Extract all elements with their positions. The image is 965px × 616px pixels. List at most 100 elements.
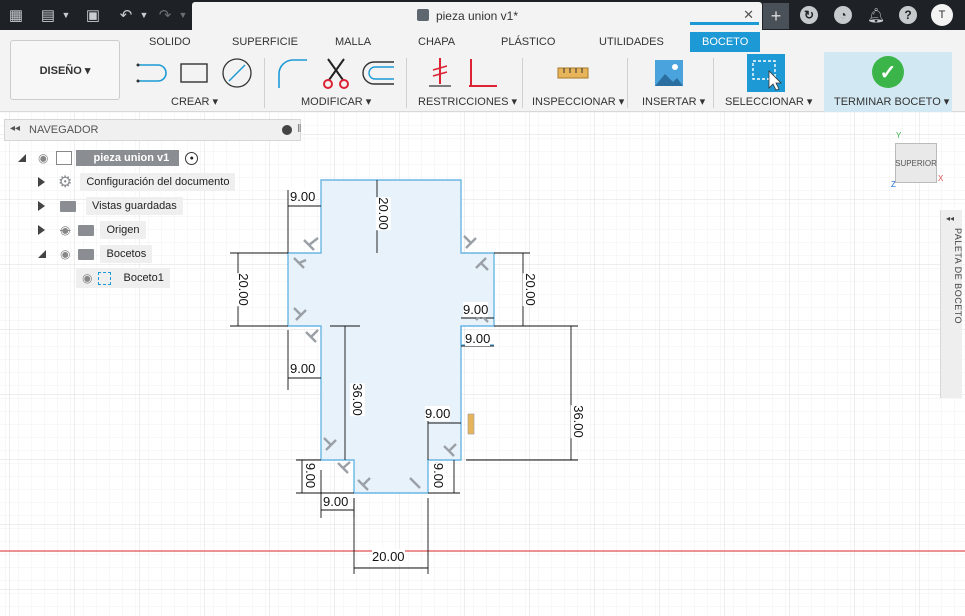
- extensions-icon[interactable]: ↻: [800, 6, 818, 24]
- workspace-switcher-button[interactable]: DISEÑO ▾: [10, 40, 120, 100]
- root-component-label[interactable]: pieza union v1: [76, 150, 180, 166]
- browser-item-saved-views[interactable]: Vistas guardadas: [38, 196, 183, 216]
- browser-item-label: Boceto1: [117, 269, 170, 287]
- file-dropdown-icon[interactable]: ▼: [56, 5, 76, 25]
- tab-boceto[interactable]: BOCETO: [690, 32, 761, 52]
- visibility-eye-icon[interactable]: ◉: [82, 271, 92, 285]
- activate-radio-icon[interactable]: ●: [185, 151, 199, 165]
- tab-malla[interactable]: MALLA: [335, 34, 371, 52]
- offset-tool-icon[interactable]: [360, 55, 396, 91]
- dimension-label[interactable]: 20.00: [372, 549, 405, 564]
- insertar-group-label[interactable]: INSERTAR ▾: [642, 95, 705, 108]
- browser-options-icon[interactable]: [282, 125, 292, 135]
- new-tab-button[interactable]: +: [763, 3, 789, 29]
- redo-dropdown-icon[interactable]: ▼: [173, 5, 193, 25]
- expand-icon[interactable]: [38, 177, 45, 187]
- visibility-eye-icon[interactable]: ◉: [60, 247, 70, 261]
- dimension-label[interactable]: 9.00: [425, 406, 451, 421]
- dimension-label[interactable]: 9.00: [290, 361, 316, 376]
- collapse-browser-icon[interactable]: ◂◂: [10, 123, 20, 134]
- browser-item-document-settings[interactable]: ⚙ Configuración del documento: [38, 172, 236, 192]
- perpendicular-constraint-icon[interactable]: [464, 55, 500, 91]
- seleccionar-group-label[interactable]: SELECCIONAR ▾: [725, 95, 812, 108]
- modificar-group-label[interactable]: MODIFICAR ▾: [301, 95, 371, 108]
- tab-plastico[interactable]: PLÁSTICO: [501, 34, 555, 52]
- expand-icon[interactable]: [38, 225, 45, 235]
- coincident-glyph: [467, 413, 475, 435]
- dimension-label[interactable]: 9.00: [323, 494, 349, 509]
- circle-tool-icon[interactable]: [219, 55, 255, 91]
- tab-solido[interactable]: SOLIDO: [149, 34, 191, 52]
- expand-palette-icon[interactable]: ◂◂: [946, 214, 954, 223]
- close-tab-icon[interactable]: ✕: [743, 7, 754, 23]
- dimension-label[interactable]: 9.00: [290, 189, 316, 204]
- toolbar: DISEÑO ▾ SOLIDO SUPERFICIE MALLA CHAPA P…: [0, 30, 965, 112]
- browser-item-origin[interactable]: ◉ Origen: [38, 220, 146, 240]
- insert-image-icon[interactable]: [651, 55, 687, 91]
- browser-item-label: Bocetos: [100, 245, 153, 263]
- tab-utilidades[interactable]: UTILIDADES: [599, 34, 664, 52]
- checkmark-icon: ✓: [872, 56, 904, 88]
- dimension-label[interactable]: 9.00: [465, 331, 491, 346]
- browser-item-label: Configuración del documento: [80, 173, 236, 191]
- inspeccionar-group-label[interactable]: INSPECCIONAR ▾: [532, 95, 624, 108]
- user-avatar[interactable]: T: [931, 4, 953, 26]
- tab-chapa[interactable]: CHAPA: [418, 34, 455, 52]
- dimension-label[interactable]: 20.00: [375, 197, 391, 230]
- help-icon[interactable]: ?: [899, 6, 917, 24]
- hidden-eye-icon[interactable]: ◉: [60, 223, 70, 237]
- gear-icon: ⚙: [58, 174, 73, 191]
- redo-icon[interactable]: ↷: [155, 5, 175, 25]
- folder-icon: [60, 200, 76, 212]
- fix-constraint-icon[interactable]: [422, 55, 458, 91]
- job-status-icon[interactable]: ◔: [834, 6, 852, 24]
- fusion-app-window: ▦ ▤ ▼ ▣ ↶ ▼ ↷ ▼ pieza union v1* ✕ + ↻ ◔ …: [0, 0, 965, 616]
- slot-tool-icon[interactable]: [133, 55, 169, 91]
- dimension-label[interactable]: 9.00: [431, 462, 447, 489]
- restricciones-group-label[interactable]: RESTRICCIONES ▾: [418, 95, 517, 108]
- document-title: pieza union v1*: [435, 9, 519, 23]
- document-tab[interactable]: pieza union v1* ✕: [192, 2, 762, 30]
- dimension-label[interactable]: 20.00: [522, 273, 538, 306]
- folder-icon: [78, 248, 95, 260]
- browser-item-sketch1[interactable]: ◉ Boceto1: [76, 268, 170, 288]
- undo-dropdown-icon[interactable]: ▼: [134, 5, 154, 25]
- measure-tool-icon[interactable]: [555, 55, 591, 91]
- save-icon[interactable]: ▣: [83, 5, 103, 25]
- crear-group-label[interactable]: CREAR ▾: [171, 95, 218, 108]
- notifications-icon[interactable]: 🔔︎: [866, 5, 886, 25]
- sketch-palette-label: PALETA DE BOCETO: [953, 228, 963, 325]
- active-tab-underline: [690, 22, 759, 25]
- file-icon[interactable]: ▤: [38, 5, 58, 25]
- visibility-eye-icon[interactable]: ◉: [38, 151, 48, 165]
- grid-menu-icon[interactable]: ▦: [6, 5, 26, 25]
- sketch-icon: [98, 271, 112, 285]
- undo-icon[interactable]: ↶: [116, 5, 136, 25]
- sketch-palette-panel[interactable]: ◂◂ PALETA DE BOCETO: [940, 210, 963, 398]
- component-icon: [56, 151, 73, 165]
- tab-superficie[interactable]: SUPERFICIE: [232, 34, 298, 52]
- select-tool-icon[interactable]: [747, 54, 785, 92]
- rectangle-tool-icon[interactable]: [176, 55, 212, 91]
- viewcube[interactable]: SUPERIOR: [895, 143, 937, 183]
- browser-root-row[interactable]: ◉ pieza union v1 ●: [18, 148, 199, 168]
- title-bar: ▦ ▤ ▼ ▣ ↶ ▼ ↷ ▼ pieza union v1* ✕ + ↻ ◔ …: [0, 0, 965, 30]
- expand-icon[interactable]: [38, 201, 45, 211]
- browser-pin-icon[interactable]: ‖: [297, 123, 302, 135]
- trim-tool-icon[interactable]: [318, 55, 354, 91]
- x-axis-label-icon: X: [938, 174, 944, 183]
- browser-item-sketches[interactable]: ◉ Bocetos: [38, 244, 153, 264]
- fillet-tool-icon[interactable]: [274, 55, 310, 91]
- dimension-label[interactable]: 36.00: [349, 383, 365, 416]
- browser-item-label: Vistas guardadas: [86, 197, 183, 215]
- terminar-group-label[interactable]: TERMINAR BOCETO ▾: [834, 95, 949, 108]
- expand-root-icon[interactable]: [18, 154, 26, 162]
- dimension-label[interactable]: 9.00: [463, 302, 489, 317]
- browser-panel-header[interactable]: ◂◂ NAVEGADOR ‖: [4, 119, 302, 141]
- dimension-label[interactable]: 9.00: [303, 462, 319, 489]
- browser-item-label: Origen: [100, 221, 146, 239]
- dimension-label[interactable]: 20.00: [235, 273, 251, 306]
- folder-icon: [78, 224, 95, 236]
- dimension-label[interactable]: 36.00: [570, 405, 586, 438]
- collapse-icon[interactable]: [38, 250, 46, 258]
